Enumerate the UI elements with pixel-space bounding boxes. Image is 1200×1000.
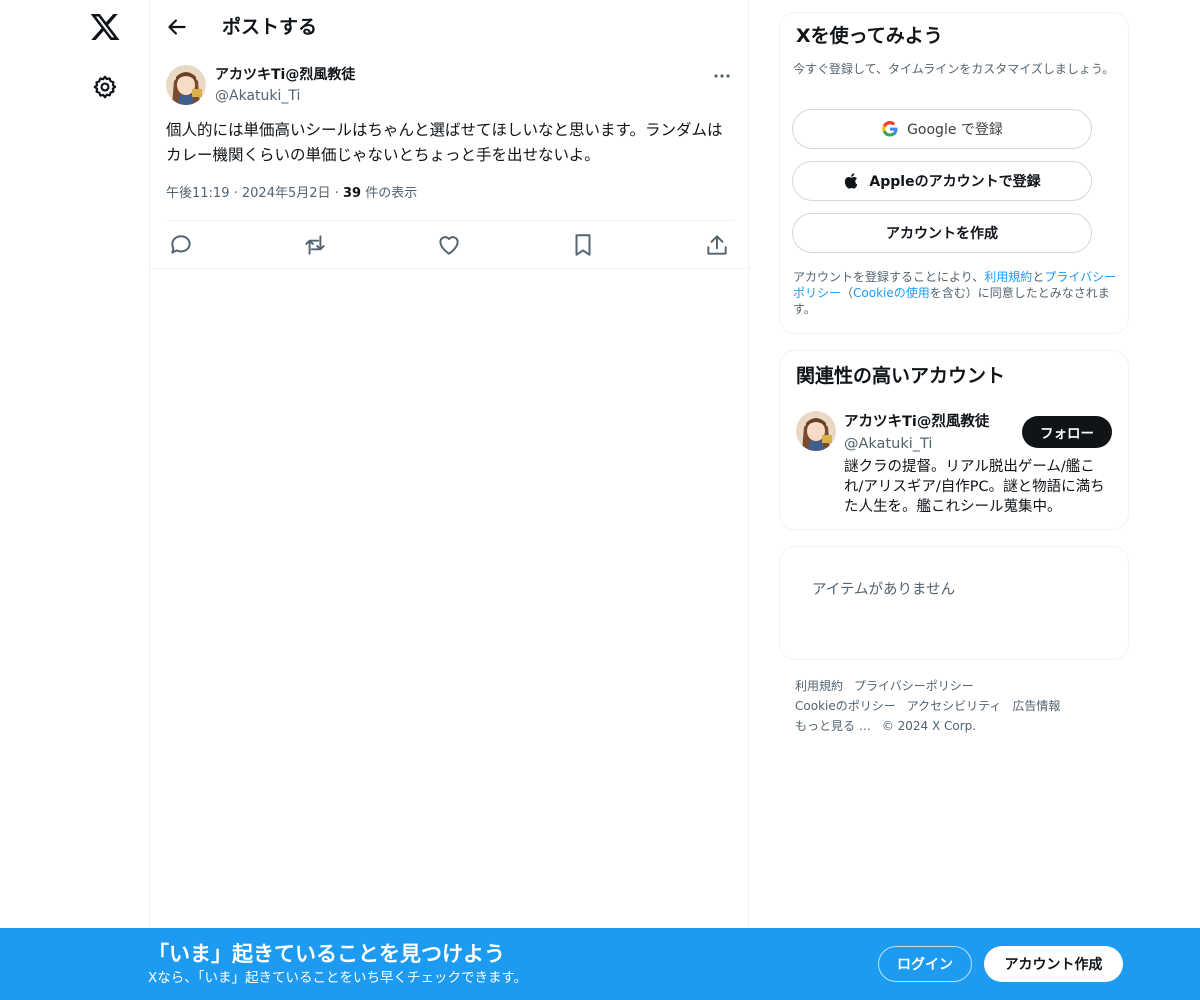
follow-button[interactable]: フォロー bbox=[1022, 416, 1112, 448]
avatar[interactable] bbox=[796, 411, 836, 451]
related-account-name[interactable]: アカツキTi@烈風教徒 bbox=[844, 411, 989, 433]
page-title: ポストする bbox=[222, 16, 318, 38]
signup-card: Xを使ってみよう 今すぐ登録して、タイムラインをカスタマイズしましょう。 Goo… bbox=[779, 12, 1129, 334]
signup-card-subtitle: 今すぐ登録して、タイムラインをカスタマイズしましょう。 bbox=[793, 62, 1115, 76]
footer-link-accessibility[interactable]: アクセシビリティ bbox=[907, 699, 1002, 713]
post-time[interactable]: 午後11:19 bbox=[166, 186, 229, 201]
post-meta: 午後11:19 · 2024年5月2日 · 39 件の表示 bbox=[166, 184, 417, 204]
signup-banner: 「いま」起きていることを見つけよう Xなら、「いま」起きていることをいち早くチェ… bbox=[0, 928, 1200, 1000]
repost-icon[interactable] bbox=[302, 232, 328, 258]
banner-subtitle: Xなら、「いま」起きていることをいち早くチェックできます。 bbox=[148, 970, 528, 986]
legal-and: と bbox=[1032, 270, 1045, 284]
banner-title: 「いま」起きていることを見つけよう bbox=[148, 942, 505, 966]
login-button[interactable]: ログイン bbox=[878, 946, 972, 982]
footer-link-privacy[interactable]: プライバシーポリシー bbox=[854, 679, 974, 693]
main-column: ポストする アカツキTi@烈風教徒 @Akatuki_Ti 個人的には単価高いシ… bbox=[149, 0, 750, 1000]
apple-icon bbox=[843, 172, 861, 190]
post-date[interactable]: 2024年5月2日 bbox=[242, 186, 331, 201]
related-accounts-title: 関連性の高いアカウント bbox=[796, 365, 1006, 387]
divider bbox=[150, 268, 750, 269]
page-header: ポストする bbox=[150, 0, 750, 54]
apple-signup-button[interactable]: Appleのアカウントで登録 bbox=[792, 161, 1092, 201]
related-account-handle[interactable]: @Akatuki_Ti bbox=[844, 433, 932, 455]
author-handle[interactable]: @Akatuki_Ti bbox=[215, 86, 300, 106]
signup-card-title: Xを使ってみよう bbox=[796, 25, 943, 47]
legal-prefix: アカウントを登録することにより、 bbox=[793, 270, 985, 284]
author-name[interactable]: アカツキTi@烈風教徒 bbox=[215, 64, 355, 86]
footer-link-terms[interactable]: 利用規約 bbox=[795, 679, 843, 693]
empty-state-text: アイテムがありません bbox=[812, 582, 956, 598]
post-text: 個人的には単価高いシールはちゃんと選ばせてほしいなと思います。ランダムはカレー機… bbox=[166, 121, 723, 164]
separator: · bbox=[233, 186, 238, 201]
gear-icon[interactable] bbox=[92, 74, 118, 100]
legal-text: アカウントを登録することにより、利用規約とプライバシーポリシー（Cookieの使… bbox=[793, 269, 1123, 317]
bookmark-icon[interactable] bbox=[570, 232, 596, 258]
google-signup-button[interactable]: Google で登録 bbox=[792, 109, 1092, 149]
more-options-icon[interactable] bbox=[710, 64, 734, 88]
create-account-button[interactable]: アカウントを作成 bbox=[792, 213, 1092, 253]
x-logo-icon[interactable] bbox=[89, 11, 121, 43]
apple-signup-label: Appleのアカウントで登録 bbox=[869, 174, 1041, 190]
related-accounts-card: 関連性の高いアカウント アカツキTi@烈風教徒 @Akatuki_Ti フォロー… bbox=[779, 350, 1129, 530]
legal-open: （ bbox=[841, 286, 854, 300]
trends-card: アイテムがありません bbox=[779, 546, 1129, 660]
related-account-bio: 謎クラの提督。リアル脱出ゲーム/艦これ/アリスギア/自作PC。謎と物語に満ちた人… bbox=[844, 459, 1105, 515]
divider bbox=[166, 220, 734, 221]
google-signup-label: Google で登録 bbox=[907, 122, 1003, 138]
separator: · bbox=[334, 186, 339, 201]
left-navigation bbox=[0, 0, 150, 1000]
create-account-label: アカウントを作成 bbox=[886, 226, 998, 242]
google-icon bbox=[881, 120, 899, 138]
views-label: 件の表示 bbox=[365, 186, 418, 201]
cookie-link[interactable]: Cookieの使用 bbox=[853, 286, 930, 300]
footer-link-ads[interactable]: 広告情報 bbox=[1012, 699, 1060, 713]
arrow-left-icon[interactable] bbox=[164, 14, 190, 40]
avatar[interactable] bbox=[166, 65, 206, 105]
terms-link[interactable]: 利用規約 bbox=[984, 270, 1032, 284]
post-actions bbox=[166, 230, 734, 260]
share-icon[interactable] bbox=[704, 232, 730, 258]
signup-button[interactable]: アカウント作成 bbox=[984, 946, 1123, 982]
like-icon[interactable] bbox=[436, 232, 462, 258]
copyright: © 2024 X Corp. bbox=[881, 719, 977, 733]
views-count: 39 bbox=[342, 186, 362, 201]
reply-icon[interactable] bbox=[168, 232, 194, 258]
footer-link-cookie[interactable]: Cookieのポリシー bbox=[795, 699, 896, 713]
footer-link-more[interactable]: もっと見る … bbox=[795, 719, 871, 733]
footer-links: 利用規約 プライバシーポリシー Cookieのポリシー アクセシビリティ 広告情報 も… bbox=[795, 676, 1125, 736]
